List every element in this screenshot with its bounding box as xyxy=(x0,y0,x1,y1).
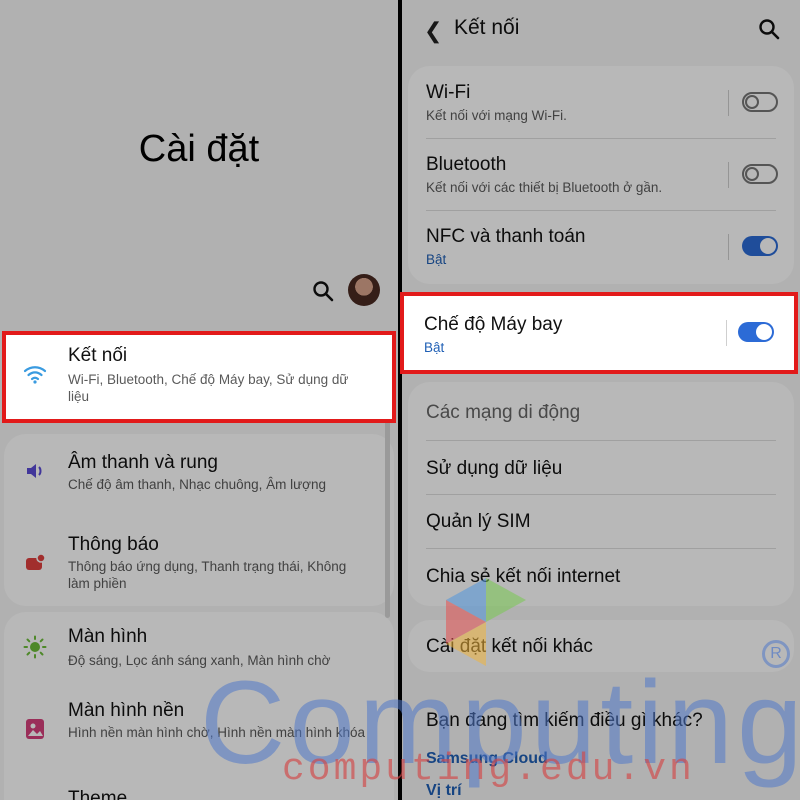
divider xyxy=(728,234,729,260)
connections-card: Các mạng di động Sử dụng dữ liệu Quản lý… xyxy=(408,382,794,606)
divider xyxy=(426,440,776,441)
notification-icon xyxy=(22,550,48,576)
divider xyxy=(728,162,729,188)
page-title: Kết nối xyxy=(454,16,520,39)
settings-item-theme[interactable]: Theme xyxy=(4,774,394,800)
settings-item-connections[interactable]: Kết nối Wi-Fi, Bluetooth, Chế độ Máy bay… xyxy=(2,331,396,423)
settings-item-title: Âm thanh và rung xyxy=(68,452,218,473)
wifi-title: Wi-Fi xyxy=(426,82,471,103)
hotspot-item[interactable]: Chia sẻ kết nối internet xyxy=(426,566,620,588)
data-usage-item[interactable]: Sử dụng dữ liệu xyxy=(426,458,562,480)
bluetooth-row[interactable]: Bluetooth Kết nối với các thiết bị Bluet… xyxy=(408,138,794,210)
nfc-row[interactable]: NFC và thanh toán Bật xyxy=(408,210,794,284)
settings-item-title: Màn hình xyxy=(68,626,148,647)
bluetooth-subtitle: Kết nối với các thiết bị Bluetooth ở gần… xyxy=(426,180,663,195)
mobile-networks-item[interactable]: Các mạng di động xyxy=(426,402,580,424)
bluetooth-toggle[interactable] xyxy=(742,164,778,184)
divider xyxy=(728,90,729,116)
samsung-cloud-link[interactable]: Samsung Cloud xyxy=(426,750,548,768)
location-link[interactable]: Vị trí xyxy=(426,782,462,800)
more-connection-settings-item[interactable]: Cài đặt kết nối khác xyxy=(426,636,593,658)
divider xyxy=(426,494,776,495)
divider xyxy=(426,548,776,549)
avatar[interactable] xyxy=(348,274,380,306)
settings-item-wallpaper[interactable]: Màn hình nền Hình nền màn hình chờ, Hình… xyxy=(4,684,394,774)
sound-icon xyxy=(22,458,48,484)
search-icon[interactable] xyxy=(312,280,334,302)
wifi-toggle[interactable] xyxy=(742,92,778,112)
wifi-subtitle: Kết nối với mạng Wi-Fi. xyxy=(426,108,567,123)
airplane-mode-status: Bật xyxy=(424,340,445,355)
back-icon[interactable]: ❮ xyxy=(424,18,442,44)
nfc-toggle[interactable] xyxy=(742,236,778,256)
airplane-mode-toggle[interactable] xyxy=(738,322,774,342)
connections-panel: ❮ Kết nối Wi-Fi Kết nối với mạng Wi-Fi. … xyxy=(402,0,800,800)
settings-item-subtitle: Wi-Fi, Bluetooth, Chế độ Máy bay, Sử dụn… xyxy=(68,372,349,404)
wifi-row[interactable]: Wi-Fi Kết nối với mạng Wi-Fi. xyxy=(408,66,794,138)
settings-item-display[interactable]: Màn hình Độ sáng, Lọc ánh sáng xanh, Màn… xyxy=(4,612,394,684)
bluetooth-title: Bluetooth xyxy=(426,154,507,175)
settings-item-title: Theme xyxy=(68,788,128,800)
settings-item-subtitle: Chế độ âm thanh, Nhạc chuông, Âm lượng xyxy=(68,477,327,492)
settings-card: Màn hình Độ sáng, Lọc ánh sáng xanh, Màn… xyxy=(4,612,394,800)
settings-item-title: Màn hình nền xyxy=(68,700,185,721)
settings-item-title: Thông báo xyxy=(68,534,159,555)
settings-item-subtitle: Thông báo ứng dụng, Thanh trạng thái, Kh… xyxy=(68,559,347,591)
connections-card: Cài đặt kết nối khác xyxy=(408,620,794,672)
settings-item-subtitle: Độ sáng, Lọc ánh sáng xanh, Màn hình chờ xyxy=(68,653,331,668)
airplane-mode-row[interactable]: Chế độ Máy bay Bật xyxy=(400,292,798,374)
settings-card: Âm thanh và rung Chế độ âm thanh, Nhạc c… xyxy=(4,434,394,606)
divider xyxy=(726,320,727,346)
page-title: Cài đặt xyxy=(138,128,260,170)
suggestions-heading: Bạn đang tìm kiếm điều gì khác? xyxy=(426,710,703,731)
sim-manager-item[interactable]: Quản lý SIM xyxy=(426,511,531,533)
settings-item-notifications[interactable]: Thông báo Thông báo ứng dụng, Thanh trạn… xyxy=(4,518,394,606)
search-icon[interactable] xyxy=(758,18,780,40)
settings-item-subtitle: Hình nền màn hình chờ, Hình nền màn hình… xyxy=(68,725,366,740)
settings-item-sound[interactable]: Âm thanh và rung Chế độ âm thanh, Nhạc c… xyxy=(4,434,394,518)
nfc-title: NFC và thanh toán xyxy=(426,226,586,247)
connections-card: Wi-Fi Kết nối với mạng Wi-Fi. Bluetooth … xyxy=(408,66,794,284)
airplane-mode-title: Chế độ Máy bay xyxy=(424,314,563,335)
brightness-icon xyxy=(22,634,48,660)
wallpaper-icon xyxy=(22,716,48,742)
wifi-icon xyxy=(22,361,48,387)
nfc-status: Bật xyxy=(426,252,447,267)
settings-item-title: Kết nối xyxy=(68,345,128,366)
